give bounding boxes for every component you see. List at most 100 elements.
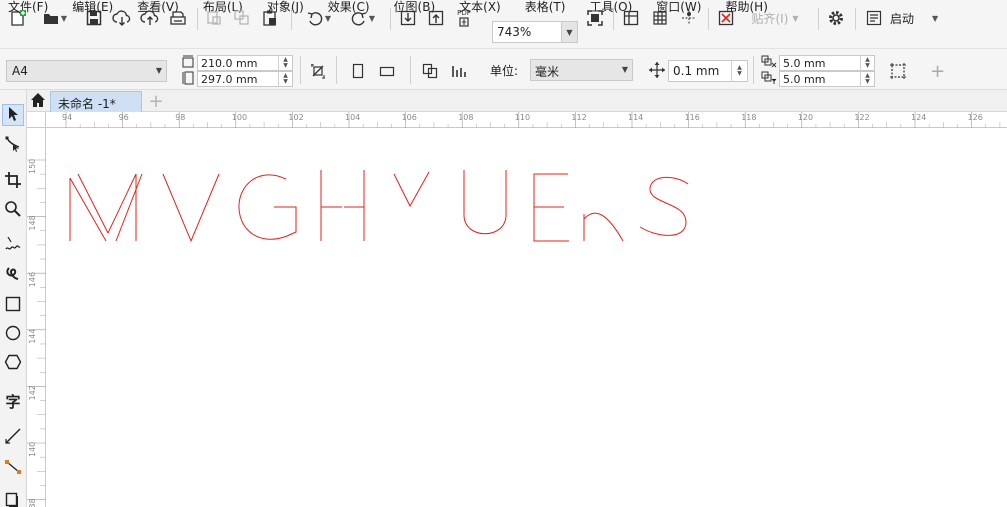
toolbar-separator (613, 8, 614, 30)
grid-icon (650, 8, 670, 28)
drawing-canvas[interactable] (46, 128, 1007, 507)
connector-icon (4, 458, 22, 479)
add-property-button[interactable]: + (930, 59, 945, 83)
cloud-download-icon (112, 8, 132, 28)
full-screen-button[interactable] (585, 6, 605, 30)
height-stepper[interactable]: ▲ ▼ (278, 72, 292, 86)
snap-off-icon (716, 8, 736, 28)
welcome-tab[interactable] (27, 91, 49, 111)
ruler-tick-label: 114 (628, 113, 643, 122)
pdf-icon: PDF (454, 8, 474, 28)
full-screen-icon (585, 8, 605, 28)
gear-icon (826, 8, 846, 28)
horizontal-ruler[interactable]: 94 96 98 100 102 104 106 108 110 112 114 116 118 120 1… (46, 112, 1007, 128)
show-grid-button[interactable] (650, 6, 670, 30)
duplicate-y-stepper[interactable]: ▲ ▼ (860, 72, 874, 86)
options-button[interactable] (826, 6, 846, 30)
print-button[interactable] (168, 6, 188, 30)
show-guidelines-button[interactable] (679, 6, 699, 30)
new-tab-button[interactable]: + (145, 91, 167, 112)
menu-table[interactable]: 表格(T) (519, 1, 566, 13)
pointer-icon (6, 106, 20, 125)
crop-tool[interactable] (2, 170, 24, 192)
copy-style-button[interactable] (232, 6, 252, 30)
upload-cloud-button[interactable] (140, 6, 160, 30)
glyph-r (583, 212, 624, 242)
nudge-icon (648, 61, 666, 79)
portrait-button[interactable] (348, 59, 368, 83)
show-rulers-button[interactable] (621, 6, 641, 30)
units-select[interactable]: 毫米 ▼ (530, 59, 633, 81)
units-value: 毫米 (535, 65, 560, 79)
ruler-tick-label: 126 (968, 113, 983, 122)
crop-icon (4, 171, 22, 192)
landscape-button[interactable] (377, 59, 397, 83)
width-stepper[interactable]: ▲ ▼ (278, 56, 292, 70)
dimension-tool[interactable] (2, 426, 24, 448)
vertical-ruler[interactable]: 150 148 146 144 142 140 138 (27, 128, 46, 507)
chevron-down-icon[interactable]: ▼ (561, 22, 577, 42)
zoom-level-combobox[interactable]: 743% ▼ (492, 21, 578, 43)
nudge-stepper[interactable]: ▲ ▼ (731, 61, 747, 81)
page-size-select[interactable]: A4 ▼ (6, 60, 167, 82)
text-tool[interactable]: 字 (2, 390, 24, 412)
horizontal-ruler-ticks: 94 96 98 100 102 104 106 108 110 112 114 116 118 120 1… (62, 112, 1001, 128)
toolbar-separator (708, 8, 709, 30)
pick-tool[interactable] (2, 104, 24, 126)
page-height-value: 297.0 mm (201, 73, 258, 86)
artistic-media-tool[interactable] (2, 264, 24, 286)
ellipse-tool[interactable] (2, 323, 24, 345)
new-document-button[interactable] (8, 6, 28, 30)
ruler-tick-label: 118 (741, 113, 756, 122)
rectangle-icon (4, 295, 22, 316)
download-cloud-button[interactable] (112, 6, 132, 30)
ruler-origin[interactable] (27, 112, 46, 128)
launch-menu-button[interactable]: 启动 ▼ (864, 6, 948, 30)
ruler-icon (621, 8, 641, 28)
ruler-tick-label: 98 (175, 113, 185, 122)
open-button[interactable]: ▼ (36, 6, 72, 30)
paste-button[interactable] (260, 6, 280, 30)
ruler-tick-label: 148 (28, 215, 37, 230)
treat-as-filled-button[interactable] (888, 59, 908, 83)
new-document-icon (8, 8, 28, 28)
ruler-tick-label: 150 (28, 159, 37, 174)
vertical-ruler-ticks: 150 148 146 144 142 140 138 (27, 159, 46, 507)
toolbar-separator (197, 8, 198, 30)
printer-icon (168, 8, 188, 28)
import-button[interactable] (398, 6, 418, 30)
connector-tool[interactable] (2, 457, 24, 479)
shadow-tool[interactable] (2, 490, 24, 507)
duplicate-distance-y-field[interactable]: 5.0 mm ▲ ▼ (779, 71, 875, 87)
undo-button[interactable]: ▼ (300, 6, 336, 30)
all-pages-button[interactable] (420, 59, 440, 83)
snap-off-button[interactable] (716, 6, 736, 30)
rectangle-tool[interactable] (2, 294, 24, 316)
ruler-tick-label: 138 (28, 498, 37, 507)
current-page-button[interactable] (449, 59, 469, 83)
chevron-down-icon: ▼ (621, 65, 628, 74)
nudge-distance-field[interactable]: 0.1 mm ▲ ▼ (668, 60, 748, 82)
shape-tool[interactable] (2, 134, 24, 156)
clipboard-icon (260, 8, 280, 28)
document-tab[interactable]: 未命名 -1* (50, 91, 142, 112)
freehand-tool[interactable] (2, 234, 24, 256)
ruler-tick-label: 120 (798, 113, 813, 122)
export-button[interactable] (426, 6, 446, 30)
snap-to-dropdown[interactable]: 贴齐(I) ▼ (746, 6, 804, 30)
glyph-small-v (393, 171, 430, 208)
import-icon (398, 8, 418, 28)
polygon-tool[interactable] (2, 352, 24, 374)
paste-style-button[interactable] (204, 6, 224, 30)
zoom-tool[interactable] (2, 199, 24, 221)
redo-button[interactable]: ▼ (344, 6, 380, 30)
page-width-field[interactable]: 210.0 mm ▲ ▼ (197, 55, 293, 71)
page-height-field[interactable]: 297.0 mm ▲ ▼ (197, 71, 293, 87)
publish-pdf-button[interactable]: PDF (454, 6, 474, 30)
artwork[interactable] (46, 128, 1007, 507)
save-button[interactable] (84, 6, 104, 30)
duplicate-x-stepper[interactable]: ▲ ▼ (860, 56, 874, 70)
ruler-tick-label: 94 (62, 113, 72, 122)
duplicate-distance-x-field[interactable]: 5.0 mm ▲ ▼ (779, 55, 875, 71)
paper-type-button[interactable] (308, 59, 328, 83)
